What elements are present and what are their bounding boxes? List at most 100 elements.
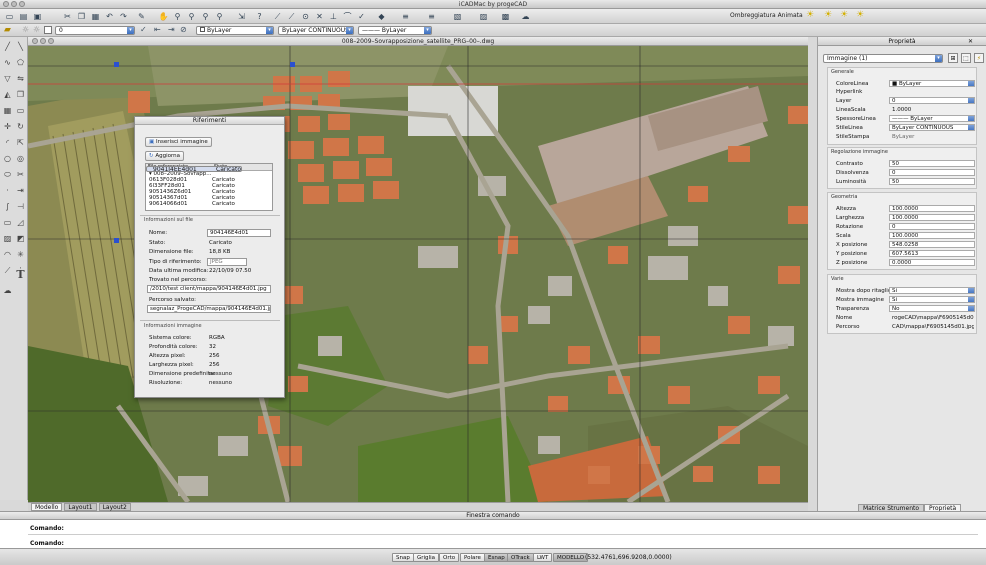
line-color-field[interactable]: ■ ByLayer: [889, 80, 975, 87]
snap-endpoint-icon[interactable]: ⟋: [272, 11, 283, 22]
stretch-icon[interactable]: ⇱: [15, 137, 26, 148]
layer-field[interactable]: 0: [889, 97, 975, 104]
linetype-scale-field[interactable]: 1.0000: [889, 106, 975, 113]
offset-icon[interactable]: ▭: [15, 105, 26, 116]
move-icon[interactable]: ✛: [2, 121, 13, 132]
cloud-icon[interactable]: ☁: [520, 11, 531, 22]
quick-select-icon[interactable]: ⚡: [974, 53, 984, 63]
sun-icon[interactable]: ☀: [824, 10, 832, 20]
update-button[interactable]: ↻ Aggiorna: [145, 151, 185, 161]
block-icon[interactable]: ▧: [452, 11, 463, 22]
layer-states-icon[interactable]: ≡: [426, 11, 437, 22]
otrack-toggle[interactable]: OTrack: [507, 553, 534, 562]
help-icon[interactable]: ?: [254, 11, 265, 22]
snap-perpendicular-icon[interactable]: ⊥: [328, 11, 339, 22]
ellipse-icon[interactable]: ⬭: [2, 169, 13, 180]
rectangle-icon[interactable]: ▭: [2, 217, 13, 228]
found-path-field[interactable]: /2010/test client/mappa/904146E4d01.jpg: [147, 285, 271, 293]
model-toggle[interactable]: MODELLO: [553, 553, 589, 562]
lineweight-select[interactable]: ——— ByLayer ▾: [358, 26, 432, 35]
x-position-field[interactable]: 548.0258: [889, 241, 975, 248]
explode-icon[interactable]: ✳: [15, 249, 26, 260]
zoom-extents-icon[interactable]: ⚲: [200, 11, 211, 22]
region-icon[interactable]: ◭: [2, 89, 13, 100]
lineweight-toggle[interactable]: LWT: [533, 553, 553, 562]
paste-icon[interactable]: ▦: [90, 11, 101, 22]
sun-icon[interactable]: ☀: [840, 10, 848, 20]
trim-icon[interactable]: ✂: [15, 169, 26, 180]
gradient-icon[interactable]: ◩: [15, 233, 26, 244]
rotate-icon[interactable]: ↻: [15, 121, 26, 132]
point-icon[interactable]: ·: [2, 185, 13, 196]
close-panel-icon[interactable]: ✕: [968, 38, 973, 45]
polar-toggle[interactable]: Polare: [460, 553, 485, 562]
toggle-pickadd-icon[interactable]: ⊞: [948, 53, 958, 63]
zoom-window-button[interactable]: [19, 1, 25, 7]
extend-icon[interactable]: ⇥: [15, 185, 26, 196]
layer-iso-icon[interactable]: ⇥: [168, 25, 175, 34]
tab-layout1[interactable]: Layout1: [64, 503, 97, 511]
array-icon[interactable]: ▦: [2, 105, 13, 116]
cut-icon[interactable]: ✂: [62, 11, 73, 22]
break-icon[interactable]: ⊣: [15, 201, 26, 212]
rotation-field[interactable]: 0: [889, 223, 975, 230]
mirror-icon[interactable]: ⇋: [15, 73, 26, 84]
new-file-icon[interactable]: ▭: [4, 11, 15, 22]
snap-intersection-icon[interactable]: ✕: [314, 11, 325, 22]
tab-layout2[interactable]: Layout2: [98, 503, 131, 511]
layer-select[interactable]: 0 ▾: [55, 26, 135, 35]
show-clipped-select[interactable]: Si: [889, 287, 975, 294]
layer-lock-icon[interactable]: ☼: [33, 25, 40, 34]
layer-previous-icon[interactable]: ⇤: [154, 25, 161, 34]
pan-icon[interactable]: ✋: [158, 11, 169, 22]
minimize-window-button[interactable]: [11, 1, 17, 7]
make-current-icon[interactable]: ✓: [140, 25, 147, 34]
z-position-field[interactable]: 0.0000: [889, 259, 975, 266]
layer-visibility-icon[interactable]: ☼: [22, 25, 29, 34]
list-item[interactable]: 90614066d01 Caricato: [146, 201, 272, 207]
name-field[interactable]: 904146E4d01: [207, 229, 271, 237]
layer-manager-icon[interactable]: ▰: [4, 25, 11, 35]
zoom-document-button[interactable]: [48, 38, 54, 44]
image-name-field[interactable]: rogeCAD\mappa\F6905145d01: [889, 314, 975, 321]
spline-icon[interactable]: ∫: [2, 201, 13, 212]
layer-off-icon[interactable]: ⊘: [180, 25, 187, 34]
light-bulb-icon[interactable]: ☀: [806, 10, 814, 20]
scale-field[interactable]: 100.0000: [889, 232, 975, 239]
select-objects-icon[interactable]: ⬚: [961, 53, 971, 63]
grid-toggle[interactable]: Griglia: [413, 553, 439, 562]
linetype-select[interactable]: ByLayer CONTINUOUS ▾: [278, 26, 354, 35]
close-document-button[interactable]: [32, 38, 38, 44]
layers-icon[interactable]: ≡: [400, 11, 411, 22]
open-file-icon[interactable]: ▤: [18, 11, 29, 22]
redo-icon[interactable]: ↷: [118, 11, 129, 22]
tab-modello[interactable]: Modello: [31, 503, 63, 511]
fade-field[interactable]: 0: [889, 169, 975, 176]
zoom-realtime-icon[interactable]: ⚲: [172, 11, 183, 22]
snap-nearest-icon[interactable]: ✓: [356, 11, 367, 22]
ray-icon[interactable]: ⟋: [2, 265, 13, 276]
width-field[interactable]: 100.0000: [889, 214, 975, 221]
contrast-field[interactable]: 50: [889, 160, 975, 167]
undo-icon[interactable]: ↶: [104, 11, 115, 22]
height-field[interactable]: 100.0000: [889, 205, 975, 212]
hatch-icon[interactable]: ▩: [500, 11, 511, 22]
lineweight-field[interactable]: ——— ByLayer: [889, 115, 975, 122]
insert-image-button[interactable]: ▣ Inserisci immagine: [145, 137, 212, 147]
light-bulb-icon[interactable]: ☀: [856, 10, 864, 20]
save-icon[interactable]: ▣: [32, 11, 43, 22]
text-icon[interactable]: T: [15, 269, 26, 280]
copy-icon[interactable]: ❐: [76, 11, 87, 22]
polyline-icon[interactable]: ∿: [2, 57, 13, 68]
zoom-window-icon[interactable]: ⚲: [186, 11, 197, 22]
polygon-icon[interactable]: ⬠: [15, 57, 26, 68]
snap-tangent-icon[interactable]: ⌒: [342, 11, 353, 22]
revision-cloud-icon[interactable]: ☁: [2, 285, 13, 296]
snap-toggle[interactable]: Snap: [392, 553, 414, 562]
minimize-document-button[interactable]: [40, 38, 46, 44]
snap-midpoint-icon[interactable]: ⟋: [286, 11, 297, 22]
hatch-tool-icon[interactable]: ▨: [2, 233, 13, 244]
referenced-files-list[interactable]: File referenziato Stato ▾ 008–2009–Sovra…: [145, 163, 273, 211]
snap-center-icon[interactable]: ⊙: [300, 11, 311, 22]
color-select[interactable]: ByLayer ▾: [196, 26, 274, 35]
